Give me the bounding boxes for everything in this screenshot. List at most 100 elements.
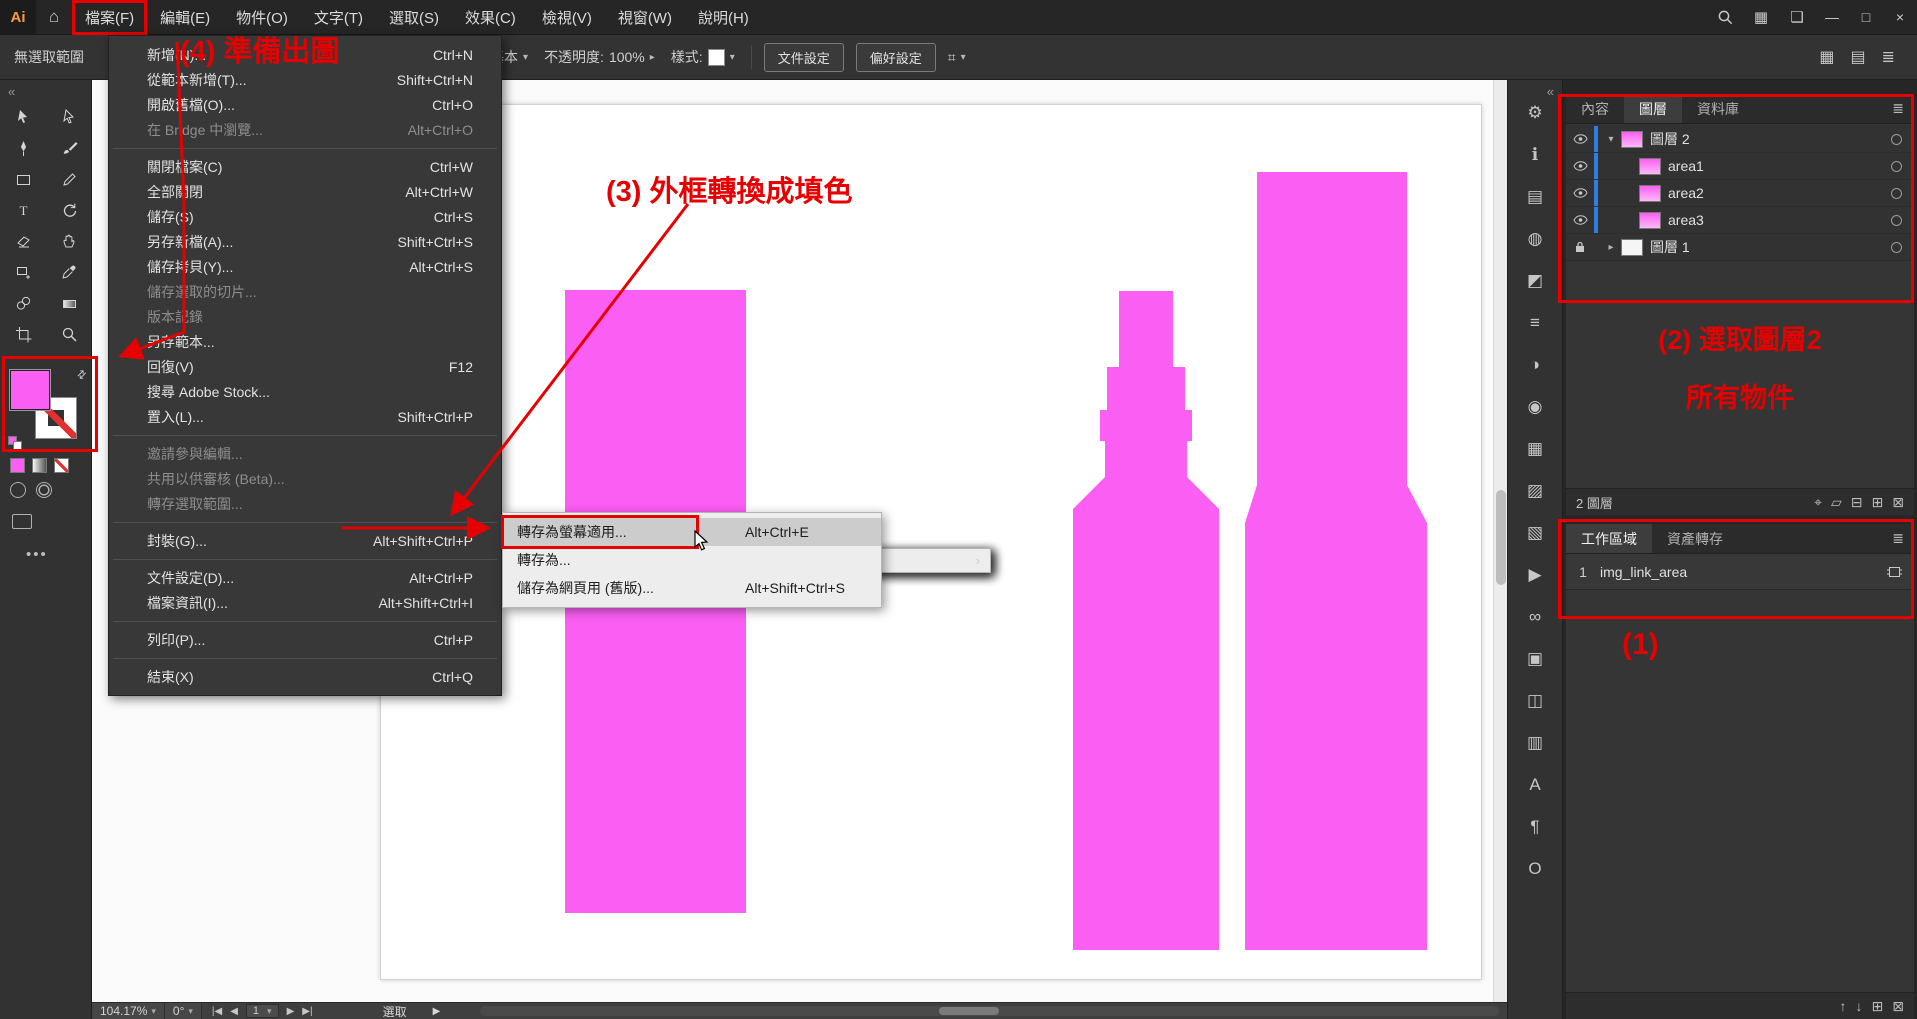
export-submenu-item[interactable]: 轉存為... — [503, 546, 881, 574]
tab-layers[interactable]: 圖層 — [1624, 94, 1682, 123]
app-logo-icon[interactable]: Ai — [0, 0, 36, 35]
last-artboard-icon[interactable]: ▶| — [302, 1006, 312, 1017]
layer-name[interactable]: area3 — [1668, 212, 1891, 228]
file-menu-item[interactable]: 儲存拷貝(Y)... Alt+Ctrl+S › — [109, 254, 501, 279]
close-button[interactable]: × — [1883, 0, 1917, 35]
layer-row-area1[interactable]: area1 — [1566, 153, 1914, 180]
layer-name[interactable]: 圖層 1 — [1650, 237, 1891, 257]
layer-row-layer-2[interactable]: 圖層 2 — [1566, 126, 1914, 153]
arrange-documents-icon[interactable]: ▦ — [1743, 0, 1779, 35]
make-clipping-mask-icon[interactable]: ▱ — [1831, 494, 1842, 511]
new-layer-icon[interactable]: ⊞ — [1872, 494, 1884, 511]
file-menu-item[interactable]: 新增(N)... Ctrl+N › — [109, 42, 501, 67]
menu-window[interactable]: 視窗(W) — [605, 0, 685, 35]
layer-target-icon[interactable] — [1891, 242, 1902, 253]
expand-panels-icon[interactable]: « — [1547, 84, 1554, 99]
asset-export-panel-icon[interactable]: ◫ — [1518, 689, 1552, 712]
tab-artboards[interactable]: 工作區域 — [1566, 524, 1652, 553]
paragraph-panel-icon[interactable]: ¶ — [1518, 815, 1552, 838]
status-expand-icon[interactable]: ▶ — [433, 1006, 441, 1017]
visibility-eye-icon[interactable] — [1566, 215, 1594, 225]
menu-select[interactable]: 選取(S) — [376, 0, 452, 35]
locate-object-icon[interactable]: ⌖ — [1814, 494, 1822, 511]
file-menu-item[interactable]: 邀請參與編輯... › — [109, 441, 501, 466]
new-sublayer-icon[interactable]: ⊟ — [1851, 494, 1863, 511]
file-menu-item[interactable]: 另存範本... › — [109, 329, 501, 354]
color-panel-icon[interactable]: ◑ — [1518, 353, 1552, 376]
file-menu-item[interactable]: 封裝(G)... Alt+Shift+Ctrl+P › — [109, 528, 501, 553]
file-menu-item[interactable]: 轉存選取範圍... › — [109, 491, 501, 516]
rectangle-tool[interactable] — [11, 170, 35, 188]
previous-artboard-icon[interactable]: ◀ — [230, 1006, 238, 1017]
hand-tool[interactable] — [57, 232, 81, 250]
lock-icon[interactable] — [1566, 241, 1594, 253]
file-menu-item[interactable]: 在 Bridge 中瀏覽... Alt+Ctrl+O › — [109, 117, 501, 142]
style-control[interactable]: 樣式: ▾ — [671, 47, 735, 67]
actions-panel-icon[interactable]: ▶ — [1518, 563, 1552, 586]
document-setup-button[interactable]: 文件設定 — [764, 43, 844, 72]
brushes-panel-icon[interactable]: ▨ — [1518, 479, 1552, 502]
menu-edit[interactable]: 編輯(E) — [147, 0, 223, 35]
opentype-panel-icon[interactable]: O — [1518, 857, 1552, 880]
eyedropper-tool[interactable] — [57, 263, 81, 281]
artboard-tool[interactable] — [11, 325, 35, 343]
artboard-name[interactable]: img_link_area — [1600, 564, 1887, 580]
visibility-eye-icon[interactable] — [1566, 161, 1594, 171]
expand-chevron-icon[interactable] — [1603, 242, 1619, 253]
file-menu-item[interactable]: 開啟舊檔(O)... Ctrl+O › — [109, 92, 501, 117]
list-options-icon[interactable]: ≣ — [1882, 47, 1895, 67]
menu-type[interactable]: 文字(T) — [301, 0, 376, 35]
fill-color-swatch[interactable] — [10, 370, 50, 410]
gradient-panel-icon[interactable]: ▥ — [1518, 731, 1552, 754]
file-menu-item[interactable]: 回復(V) F12 › — [109, 354, 501, 379]
magenta-bottle-shape-small[interactable] — [1073, 291, 1219, 950]
layer-target-icon[interactable] — [1891, 134, 1902, 145]
graphic-styles-icon[interactable]: ◩ — [1518, 269, 1552, 292]
file-menu-item[interactable]: 文件設定(D)... Alt+Ctrl+P › — [109, 565, 501, 590]
layer-target-icon[interactable] — [1891, 215, 1902, 226]
file-menu-item[interactable]: 儲存選取的切片... › — [109, 279, 501, 304]
pencil-tool[interactable] — [57, 170, 81, 188]
file-menu-item[interactable]: 搜尋 Adobe Stock... › — [109, 379, 501, 404]
visibility-eye-icon[interactable] — [1566, 134, 1594, 144]
symbols-panel-icon[interactable]: ▧ — [1518, 521, 1552, 544]
file-menu-item[interactable]: › — [109, 142, 501, 154]
panel-menu-icon[interactable]: ≣ — [1882, 524, 1914, 553]
file-menu-item[interactable]: 全部關閉 Alt+Ctrl+W › — [109, 179, 501, 204]
home-icon[interactable]: ⌂ — [36, 7, 72, 27]
info-panel-icon[interactable]: ℹ — [1518, 143, 1552, 166]
horizontal-scrollbar[interactable] — [480, 1006, 1499, 1016]
workspace-switcher-icon[interactable]: ❏ — [1779, 0, 1815, 35]
expand-chevron-icon[interactable] — [1603, 134, 1619, 145]
tab-libraries[interactable]: 資料庫 — [1682, 94, 1754, 123]
minimize-button[interactable]: — — [1815, 0, 1849, 35]
shape-builder-tool[interactable] — [11, 263, 35, 281]
stroke-panel-icon[interactable]: ≡ — [1518, 311, 1552, 334]
search-icon[interactable] — [1707, 0, 1743, 35]
options-control[interactable]: ⌗ ▾ — [948, 49, 966, 66]
menu-file[interactable]: 檔案(F) — [72, 0, 147, 35]
delete-artboard-icon[interactable]: ⊠ — [1892, 998, 1904, 1015]
tab-asset-export[interactable]: 資產轉存 — [1652, 524, 1738, 553]
vertical-scrollbar[interactable] — [1493, 80, 1507, 1002]
magenta-bottle-shape-large[interactable] — [1245, 172, 1427, 950]
color-mode-gradient[interactable] — [32, 458, 47, 473]
rows-view-icon[interactable]: ▤ — [1850, 47, 1865, 67]
pen-tool[interactable] — [11, 139, 35, 157]
layer-row-area2[interactable]: area2 — [1566, 180, 1914, 207]
file-menu-item[interactable]: › — [109, 652, 501, 664]
default-fill-stroke-icon[interactable] — [8, 436, 22, 450]
document-info-icon[interactable]: ▤ — [1518, 185, 1552, 208]
swap-fill-stroke-icon[interactable]: ⇄ — [74, 367, 90, 383]
file-menu-item[interactable]: 關閉檔案(C) Ctrl+W › — [109, 154, 501, 179]
tab-properties[interactable]: 內容 — [1566, 94, 1624, 123]
artboard-number-control[interactable]: 1 ▾ — [246, 1004, 279, 1018]
new-artboard-icon[interactable]: ⊞ — [1872, 998, 1884, 1015]
opacity-value[interactable]: 100% — [609, 49, 645, 65]
links-panel-icon[interactable]: ∞ — [1518, 605, 1552, 628]
menu-effect[interactable]: 效果(C) — [452, 0, 529, 35]
menu-object[interactable]: 物件(O) — [223, 0, 301, 35]
first-artboard-icon[interactable]: |◀ — [212, 1006, 222, 1017]
artboard-row[interactable]: 1 img_link_area — [1566, 554, 1914, 590]
vertical-scrollbar-thumb[interactable] — [1496, 490, 1506, 585]
